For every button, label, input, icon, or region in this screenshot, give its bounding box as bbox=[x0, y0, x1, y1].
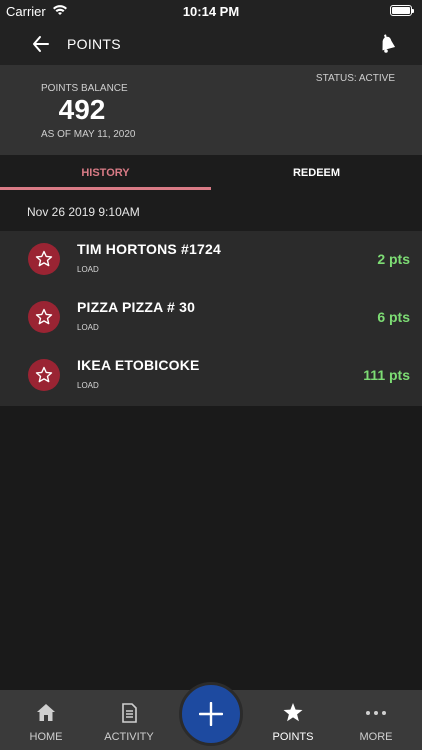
transaction-type: LOAD bbox=[77, 323, 99, 332]
back-arrow-icon[interactable] bbox=[30, 34, 52, 54]
status-bar: Carrier 10:14 PM bbox=[0, 0, 422, 22]
nav-activity[interactable]: ACTIVITY bbox=[87, 690, 171, 750]
points-balance-value: 492 bbox=[58, 94, 106, 125]
date-section-header: Nov 26 2019 9:10AM bbox=[0, 191, 422, 231]
list-item[interactable]: IKEA ETOBICOKE LOAD 111 pts bbox=[0, 347, 422, 405]
list-item[interactable]: PIZZA PIZZA # 30 LOAD 6 pts bbox=[0, 289, 422, 347]
star-badge-icon bbox=[28, 359, 60, 391]
transaction-list: TIM HORTONS #1724 LOAD 2 pts PIZZA PIZZA… bbox=[0, 231, 422, 406]
nav-more-label: MORE bbox=[359, 731, 393, 743]
nav-home-label: HOME bbox=[29, 731, 63, 743]
document-icon bbox=[122, 703, 137, 723]
nav-activity-label: ACTIVITY bbox=[104, 731, 154, 743]
plus-icon bbox=[199, 702, 223, 726]
transaction-type: LOAD bbox=[77, 265, 99, 274]
star-badge-icon bbox=[28, 243, 60, 275]
clock: 10:14 PM bbox=[182, 4, 240, 19]
as-of-date: AS OF MAY 11, 2020 bbox=[41, 129, 136, 140]
points-amount: 6 pts bbox=[377, 309, 410, 325]
status-badge: STATUS: ACTIVE bbox=[315, 73, 395, 84]
nav-home[interactable]: HOME bbox=[4, 690, 88, 750]
active-tab-indicator bbox=[0, 187, 211, 190]
home-icon bbox=[37, 704, 55, 721]
nav-bar: POINTS bbox=[0, 22, 422, 65]
points-balance-panel: POINTS BALANCE 492 AS OF MAY 11, 2020 ST… bbox=[0, 65, 422, 155]
points-amount: 111 pts bbox=[363, 367, 410, 383]
list-item[interactable]: TIM HORTONS #1724 LOAD 2 pts bbox=[0, 231, 422, 289]
nav-points[interactable]: POINTS bbox=[251, 690, 335, 750]
more-dots-icon bbox=[366, 711, 386, 715]
merchant-name: TIM HORTONS #1724 bbox=[77, 241, 221, 257]
points-amount: 2 pts bbox=[377, 251, 410, 267]
points-balance-label: POINTS BALANCE bbox=[41, 83, 128, 94]
battery-icon bbox=[390, 5, 414, 16]
page-title: POINTS bbox=[67, 36, 121, 52]
tab-bar: HISTORY REDEEM bbox=[0, 155, 422, 191]
nav-more[interactable]: MORE bbox=[334, 690, 418, 750]
star-icon bbox=[283, 703, 303, 722]
transaction-type: LOAD bbox=[77, 381, 99, 390]
merchant-name: PIZZA PIZZA # 30 bbox=[77, 299, 196, 315]
bell-icon[interactable] bbox=[376, 33, 398, 55]
tab-redeem[interactable]: REDEEM bbox=[211, 155, 422, 191]
add-button[interactable] bbox=[179, 682, 243, 746]
nav-points-label: POINTS bbox=[272, 731, 314, 743]
merchant-name: IKEA ETOBICOKE bbox=[77, 357, 200, 373]
star-badge-icon bbox=[28, 301, 60, 333]
transaction-date: Nov 26 2019 9:10AM bbox=[27, 205, 140, 219]
tab-history[interactable]: HISTORY bbox=[0, 155, 211, 191]
